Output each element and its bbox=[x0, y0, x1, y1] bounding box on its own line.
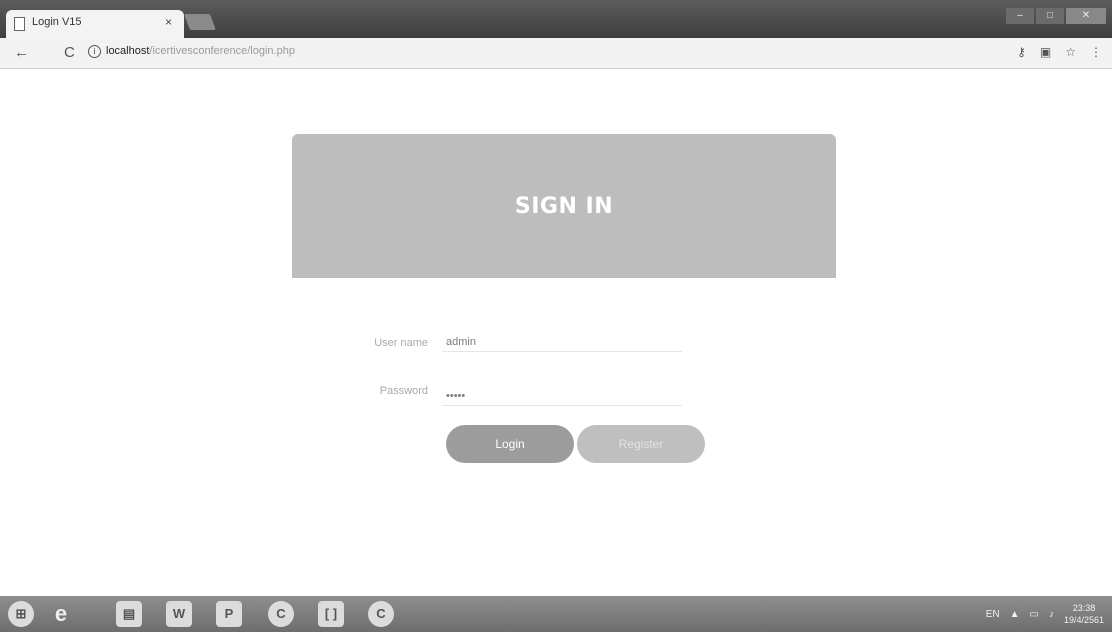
volume-icon[interactable]: ♪ bbox=[1049, 609, 1054, 620]
powerpoint-icon[interactable]: P bbox=[216, 601, 242, 627]
back-icon[interactable]: ← bbox=[14, 44, 29, 61]
language-indicator[interactable]: EN bbox=[986, 609, 1000, 620]
star-icon[interactable]: ☆ bbox=[1065, 45, 1076, 59]
explorer-icon[interactable]: ▤ bbox=[116, 601, 142, 627]
menu-icon[interactable]: ⋮ bbox=[1090, 45, 1102, 59]
brackets-icon[interactable]: [ ] bbox=[318, 601, 344, 627]
sign-in-header: SIGN IN bbox=[292, 134, 836, 278]
word-icon[interactable]: W bbox=[166, 601, 192, 627]
system-tray: EN ▲ ▭ ♪ 23:38 19/4/2561 bbox=[986, 602, 1104, 626]
register-button[interactable]: Register bbox=[577, 425, 705, 463]
window-controls: – □ ✕ bbox=[1006, 8, 1106, 24]
tab-close-icon[interactable]: × bbox=[165, 15, 172, 29]
username-label: User name bbox=[374, 337, 428, 349]
login-button[interactable]: Login bbox=[446, 425, 574, 463]
info-icon[interactable]: i bbox=[88, 45, 101, 58]
url-host: localhost bbox=[106, 45, 150, 57]
minimize-button[interactable]: – bbox=[1006, 8, 1034, 24]
page-title: SIGN IN bbox=[514, 193, 614, 219]
password-input[interactable] bbox=[442, 386, 682, 406]
password-label: Password bbox=[379, 385, 428, 397]
chrome-icon[interactable]: C bbox=[368, 601, 394, 627]
clock-date: 19/4/2561 bbox=[1063, 615, 1104, 625]
new-tab-button[interactable] bbox=[184, 14, 216, 30]
tab-title: Login V15 bbox=[32, 16, 82, 28]
address-bar[interactable]: i localhost/icertivesconference/login.php bbox=[88, 45, 295, 58]
network-icon[interactable]: ▭ bbox=[1030, 609, 1039, 620]
page-icon bbox=[14, 17, 25, 31]
username-input[interactable] bbox=[442, 332, 682, 352]
browser-tab[interactable]: Login V15 × bbox=[6, 10, 184, 38]
ie-icon[interactable]: e bbox=[48, 601, 74, 627]
reload-icon[interactable]: C bbox=[64, 44, 75, 61]
close-window-button[interactable]: ✕ bbox=[1066, 8, 1106, 24]
taskbar: ⊞ e ▤ W P C [ ] C EN ▲ ▭ ♪ 23:38 19/4/25… bbox=[0, 596, 1112, 632]
clock-time: 23:38 bbox=[1072, 603, 1096, 613]
show-hidden-icons-icon[interactable]: ▲ bbox=[1010, 609, 1020, 620]
key-icon[interactable]: ⚷ bbox=[1017, 45, 1026, 59]
clock[interactable]: 23:38 19/4/2561 bbox=[1064, 602, 1104, 626]
translate-icon[interactable]: ▣ bbox=[1040, 45, 1051, 59]
chrome-icon[interactable]: C bbox=[268, 601, 294, 627]
url-path: /icertivesconference/login.php bbox=[149, 45, 295, 57]
browser-toolbar: ← C i localhost/icertivesconference/login… bbox=[0, 38, 1112, 69]
maximize-button[interactable]: □ bbox=[1036, 8, 1064, 24]
toolbar-actions: ⚷ ▣ ☆ ⋮ bbox=[1017, 45, 1102, 59]
start-icon[interactable]: ⊞ bbox=[8, 601, 34, 627]
window-titlebar: Login V15 × – □ ✕ bbox=[0, 0, 1112, 38]
